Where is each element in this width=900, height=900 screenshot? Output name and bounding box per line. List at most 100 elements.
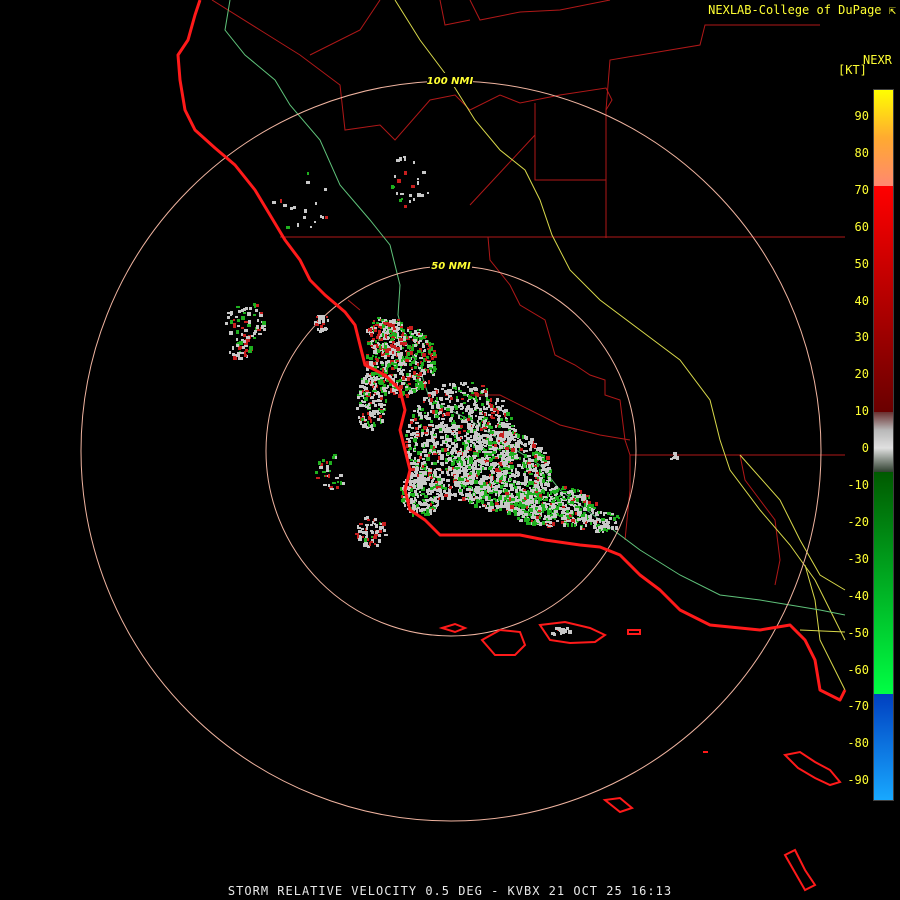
echo-gate [517,499,519,502]
echo-gate [484,430,487,432]
echo-gate [424,432,428,434]
echo-gate [580,526,582,530]
echo-gate [517,481,520,485]
echo-gate [445,441,447,443]
echo-gate [514,513,517,516]
echo-gate [474,480,478,484]
echo-gate [462,470,465,472]
echo-gate [552,522,555,526]
echo-gate [482,496,485,499]
echo-gate [484,467,487,470]
echo-gate [368,407,371,409]
echo-gate [499,478,503,480]
echo-gate [378,357,380,359]
echo-gate [523,444,526,446]
coastline [176,0,847,702]
echo-gate [489,448,492,450]
echo-gate [422,384,424,387]
echo-gate [410,459,413,461]
echo-gate [264,325,266,327]
echo-gate [479,442,482,445]
echo-gate [364,517,367,520]
echo-gate [412,504,415,507]
echo-gate [550,503,552,505]
echo-gate [468,412,471,415]
echo-gate [470,417,472,420]
echo-gate [541,504,545,507]
echo-gate [585,524,587,527]
echo-gate [244,321,248,323]
echo-gate [591,504,594,508]
echo-gate [407,377,410,381]
echo-gate [492,451,496,454]
legend-tick: 0 [861,441,869,456]
echo-gate [380,387,382,390]
echo-gate [571,519,574,522]
echo-gate [429,342,431,346]
echo-gate [374,534,377,538]
echo-gate [563,515,565,518]
legend-tick: 80 [854,145,869,160]
echo-gate [380,403,383,406]
echo-gate [592,511,594,514]
echo-gate [398,363,401,366]
echo-gate [429,474,431,476]
echo-gate [500,438,503,442]
echo-gate [416,488,419,490]
echo-gate [452,424,456,427]
echo-gate [515,468,517,471]
echo-gate [395,392,398,394]
echo-gate [456,396,458,399]
echo-gate [508,426,511,429]
echo-gate [471,410,474,413]
echo-gate [427,478,430,481]
echo-gate [362,536,364,538]
echo-gate [543,452,547,454]
echo-gate [466,447,470,450]
echo-gate [240,341,243,344]
echo-gate [430,432,433,435]
echo-gate [450,417,453,420]
echo-gate [251,335,254,337]
echo-gate [319,330,322,333]
echo-gate [422,451,425,453]
echo-gate [453,420,455,424]
echo-gate [418,335,422,337]
echo-gate [530,500,534,504]
echo-gate [436,397,438,401]
echo-gate [486,455,488,458]
echo-gate [462,412,464,414]
echo-gate [490,438,493,441]
echo-gate [376,376,378,378]
echo-gate [367,519,370,521]
echo-gate [440,457,444,460]
echo-gate [483,408,486,410]
echo-gate [463,472,466,474]
echo-gate [394,374,397,378]
echo-gate [397,179,401,183]
echo-gate [400,370,403,373]
echo-gate [554,510,558,513]
echo-gate [385,326,388,329]
echo-gate [363,401,366,403]
echo-gate [542,507,545,510]
echo-gate [472,476,475,480]
echo-gate [453,461,455,464]
echo-gate [387,329,389,331]
echo-gate [565,505,567,507]
echo-gate [435,481,438,483]
echo-gate [517,486,521,489]
echo-gate [488,429,490,432]
echo-gate [535,491,538,493]
echo-gate [427,369,429,373]
echo-gate [376,410,379,413]
echo-gate [570,497,573,500]
echo-gate [490,431,494,434]
echo-gate [462,392,466,394]
echo-gate [517,512,520,516]
echo-gate [508,456,511,459]
echo-gate [567,517,570,519]
echo-gate [232,353,235,356]
echo-gate [375,531,378,534]
echo-gate [417,178,419,180]
